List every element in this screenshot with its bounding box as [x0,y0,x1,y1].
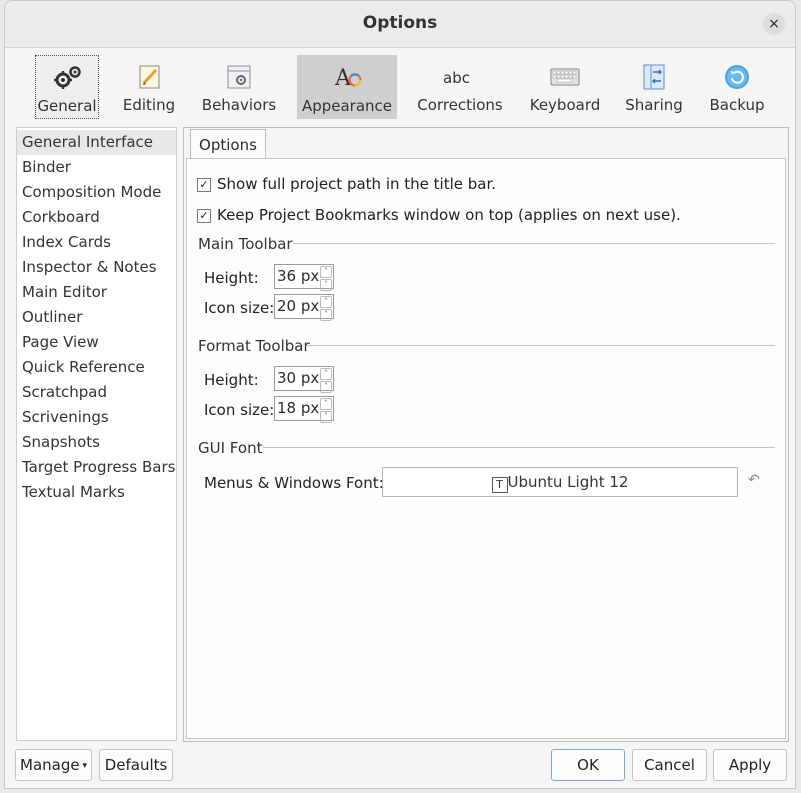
abc-icon: abc [443,63,477,91]
font-palette-icon: A [333,63,362,91]
sidebar-item-binder[interactable]: Binder [17,155,176,180]
chevron-up-icon[interactable]: ˄ [320,296,332,308]
settings-panel: Options ✓ Show full project path in the t… [183,127,789,742]
toolbar-label: Backup [709,96,765,114]
toolbar-label: General [37,97,97,115]
format-toolbar-divider [307,345,775,346]
cancel-label: Cancel [644,756,695,774]
full-path-checkbox-row[interactable]: ✓ Show full project path in the title bar… [197,175,496,193]
keyboard-icon [550,63,580,91]
window-gear-icon [225,63,253,91]
toolbar-keyboard[interactable]: Keyboard [525,55,605,119]
ok-label: OK [577,756,599,774]
toolbar-behaviors[interactable]: Behaviors [201,55,277,119]
abc-glyph: abc [443,69,470,87]
format-icon-size-spinbox[interactable]: 18 px ˄ ˅ [274,396,334,423]
cancel-button[interactable]: Cancel [632,749,707,781]
toolbar-label: Behaviors [201,96,277,114]
tab-options[interactable]: Options [190,129,266,159]
ok-button[interactable]: OK [551,749,625,781]
sidebar-item-scrivenings[interactable]: Scrivenings [17,405,176,430]
chevron-down-icon[interactable]: ˅ [320,309,332,321]
main-height-value: 36 px [277,267,320,285]
format-icon-size-label: Icon size: [204,401,275,419]
toolbar-label: Sharing [625,96,683,114]
chevron-down-icon[interactable]: ˅ [320,279,332,291]
main-icon-size-spinbox[interactable]: 20 px ˄ ˅ [274,294,334,321]
main-height-spinbox[interactable]: 36 px ˄ ˅ [274,264,334,291]
close-button[interactable]: × [763,13,785,35]
defaults-label: Defaults [104,756,168,774]
gears-icon [53,64,81,92]
format-height-value: 30 px [277,369,320,387]
main-toolbar-heading: Main Toolbar [198,235,293,253]
sidebar-item-textual-marks[interactable]: Textual Marks [17,480,176,505]
sidebar-item-outliner[interactable]: Outliner [17,305,176,330]
backup-circle-icon [723,63,751,91]
format-icon-size-value: 18 px [277,399,320,417]
reset-font-icon[interactable]: ↶ [748,472,760,488]
sidebar-item-snapshots[interactable]: Snapshots [17,430,176,455]
sidebar-item-corkboard[interactable]: Corkboard [17,205,176,230]
sidebar-item-general-interface[interactable]: General Interface [17,130,176,155]
bookmarks-checkbox[interactable]: ✓ [197,208,211,223]
toolbar-general[interactable]: General [35,55,99,119]
chevron-up-icon[interactable]: ˄ [320,266,332,278]
options-toolbar: General Editing Behaviors A Appearance a… [5,51,795,121]
sync-arrows-icon [640,63,668,91]
toolbar-sharing[interactable]: Sharing [621,55,687,119]
toolbar-backup[interactable]: Backup [705,55,769,119]
bookmarks-checkbox-row[interactable]: ✓ Keep Project Bookmarks window on top (a… [197,206,681,224]
sidebar-item-main-editor[interactable]: Main Editor [17,280,176,305]
chevron-down-icon[interactable]: ˅ [320,381,332,393]
format-height-label: Height: [204,371,259,389]
chevron-up-icon[interactable]: ˄ [320,368,332,380]
font-picker-button[interactable]: T Ubuntu Light 12 [382,467,738,497]
full-path-checkbox[interactable]: ✓ [197,177,211,192]
title-bar[interactable]: Options × [5,1,795,48]
font-value: Ubuntu Light 12 [507,473,629,491]
sidebar-item-quick-reference[interactable]: Quick Reference [17,355,176,380]
menus-font-label: Menus & Windows Font: [204,474,384,492]
format-toolbar-heading: Format Toolbar [198,337,310,355]
toolbar-label: Keyboard [529,96,601,114]
close-icon: × [768,16,780,32]
sidebar-item-scratchpad[interactable]: Scratchpad [17,380,176,405]
apply-button[interactable]: Apply [713,749,787,781]
format-height-spinbox[interactable]: 30 px ˄ ˅ [274,366,334,393]
gui-font-heading: GUI Font [198,439,263,457]
sidebar-item-index-cards[interactable]: Index Cards [17,230,176,255]
toolbar-label: Editing [122,96,176,114]
options-content: ✓ Show full project path in the title bar… [186,158,786,739]
pencil-note-icon [135,63,163,91]
toolbar-label: Appearance [301,97,393,115]
chevron-down-icon[interactable]: ˅ [320,411,332,423]
toolbar-label: Corrections [417,96,503,114]
full-path-label: Show full project path in the title bar. [217,175,497,193]
toolbar-editing[interactable]: Editing [117,55,181,119]
main-icon-size-label: Icon size: [204,299,275,317]
defaults-button[interactable]: Defaults [99,749,173,781]
font-icon: T [491,477,508,493]
apply-label: Apply [728,756,772,774]
manage-button[interactable]: Manage ▾ [15,749,92,781]
options-dialog: Options × General Editing Behaviors A Ap… [4,0,796,789]
toolbar-appearance[interactable]: A Appearance [297,55,397,119]
main-height-label: Height: [204,269,259,287]
bookmarks-label: Keep Project Bookmarks window on top (ap… [217,206,681,224]
gui-font-divider [263,447,775,448]
sidebar-item-inspector-notes[interactable]: Inspector & Notes [17,255,176,280]
toolbar-corrections[interactable]: abc Corrections [415,55,505,119]
sidebar-item-page-view[interactable]: Page View [17,330,176,355]
dropdown-arrow-icon: ▾ [79,761,87,771]
chevron-up-icon[interactable]: ˄ [320,398,332,410]
sidebar-item-target-progress-bars[interactable]: Target Progress Bars [17,455,176,480]
main-icon-size-value: 20 px [277,297,320,315]
main-toolbar-divider [293,243,775,244]
manage-label: Manage [20,756,80,774]
sidebar-item-composition-mode[interactable]: Composition Mode [17,180,176,205]
category-sidebar: General Interface Binder Composition Mod… [16,127,177,741]
window-title: Options [362,13,438,33]
